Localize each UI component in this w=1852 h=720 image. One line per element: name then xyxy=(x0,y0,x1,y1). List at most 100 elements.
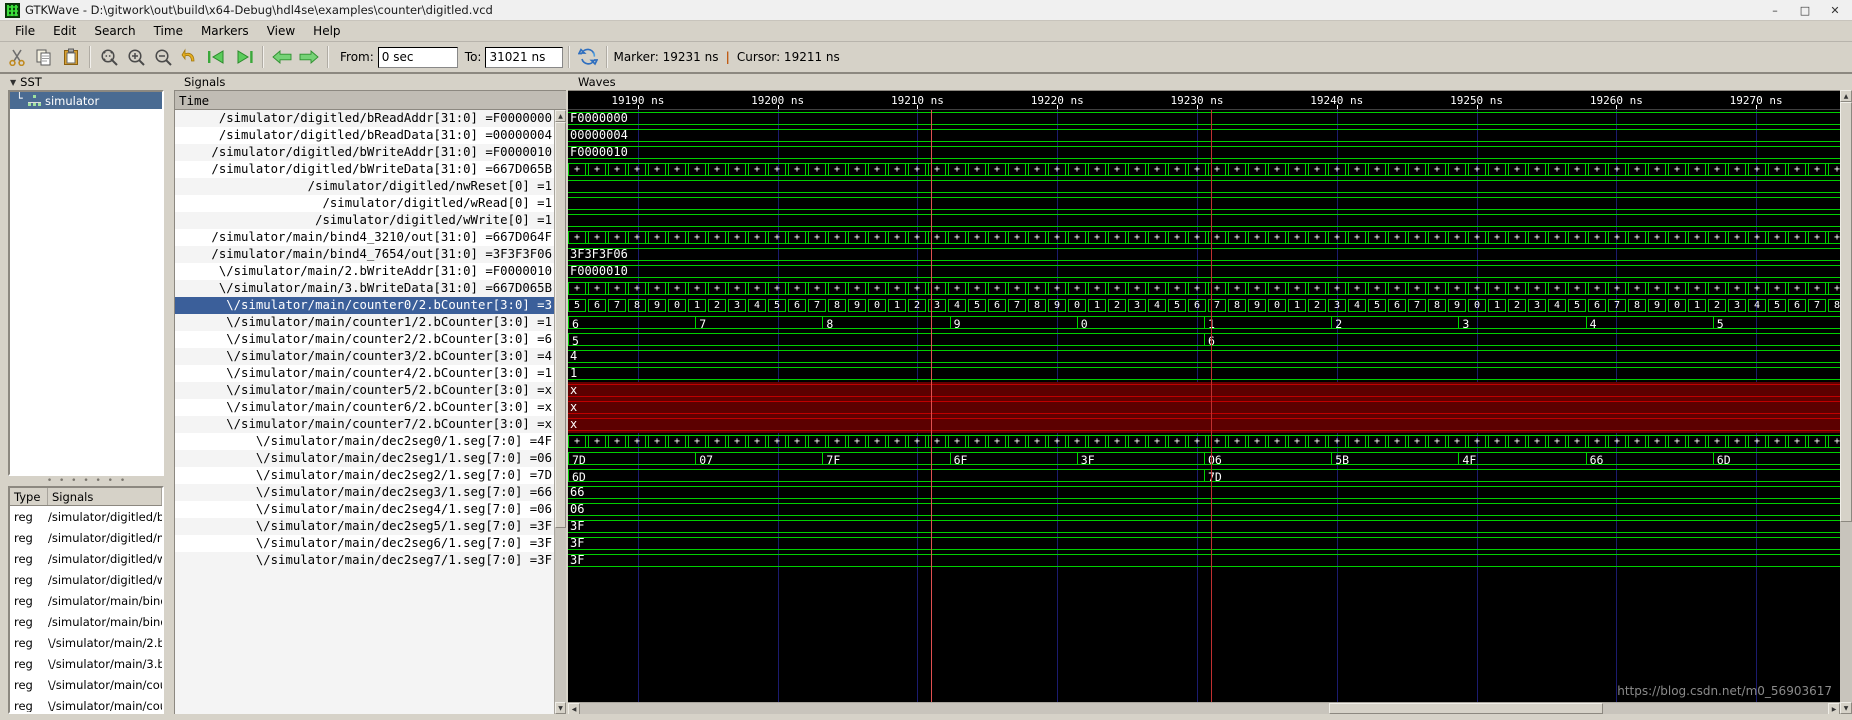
signal-row[interactable]: /simulator/main/bind4_3210/out[31:0] =66… xyxy=(175,229,554,246)
time-ruler[interactable]: 19190 ns 19200 ns 19210 ns 19220 ns 19230 ns… xyxy=(568,91,1840,110)
close-button[interactable]: ✕ xyxy=(1820,0,1850,20)
menu-edit[interactable]: Edit xyxy=(44,22,85,40)
wave-row[interactable]: F0000000 xyxy=(568,110,1840,127)
signal-row[interactable]: \/simulator/main/counter3/2.bCounter[3:0… xyxy=(175,348,554,365)
signal-row[interactable]: \/simulator/main/dec2seg5/1.seg[7:0] =3F xyxy=(175,518,554,535)
next-edge-button[interactable] xyxy=(296,44,322,70)
table-row[interactable]: reg/simulator/digitled/wV xyxy=(10,569,162,590)
prev-edge-button[interactable] xyxy=(269,44,295,70)
wave-row[interactable] xyxy=(568,195,1840,212)
wave-row[interactable]: 00000004 xyxy=(568,127,1840,144)
from-input[interactable] xyxy=(377,46,458,68)
wave-row[interactable] xyxy=(568,178,1840,195)
column-header-signals[interactable]: Signals xyxy=(48,488,162,505)
waves-scroll-up-button[interactable]: ▲ xyxy=(1840,90,1852,102)
signal-row[interactable]: \/simulator/main/3.bWriteData[31:0] =667… xyxy=(175,280,554,297)
wave-row[interactable]: F0000010 xyxy=(568,144,1840,161)
signal-row[interactable]: \/simulator/main/counter4/2.bCounter[3:0… xyxy=(175,365,554,382)
signal-row[interactable]: \/simulator/main/counter2/2.bCounter[3:0… xyxy=(175,331,554,348)
signal-row[interactable]: \/simulator/main/2.bWriteAddr[31:0] =F00… xyxy=(175,263,554,280)
signal-row[interactable]: /simulator/digitled/wWrite[0] =1 xyxy=(175,212,554,229)
signal-row[interactable]: /simulator/digitled/wRead[0] =1 xyxy=(175,195,554,212)
wave-row[interactable]: + + + + + + + + + + + + + + + + + + + + + + + + + + + + + + + + + + + + + + + +… xyxy=(568,161,1840,178)
wave-row[interactable]: 3F xyxy=(568,535,1840,552)
sst-tree[interactable]: simulator xyxy=(8,90,164,476)
table-row[interactable]: reg \/simulator/main/3.bV xyxy=(10,653,162,674)
signal-row[interactable]: \/simulator/main/counter6/2.bCounter[3:0… xyxy=(175,399,554,416)
zoom-out-button[interactable] xyxy=(150,44,176,70)
signals-vscrollbar[interactable]: ▲ ▼ xyxy=(554,110,566,714)
chevron-down-icon[interactable]: ▼ xyxy=(10,78,16,87)
wave-row[interactable]: 06 xyxy=(568,501,1840,518)
hscroll-thumb[interactable] xyxy=(1328,703,1604,714)
signal-row[interactable]: \/simulator/main/counter5/2.bCounter[3:0… xyxy=(175,382,554,399)
wave-row[interactable]: 3F xyxy=(568,552,1840,569)
jump-start-button[interactable] xyxy=(204,44,230,70)
menu-help[interactable]: Help xyxy=(304,22,349,40)
wave-row[interactable]: 7D 07 7F 6F 3F 06 5B 4F 66 6D xyxy=(568,450,1840,467)
wave-row[interactable]: 66 xyxy=(568,484,1840,501)
zoom-in-button[interactable] xyxy=(123,44,149,70)
table-row[interactable]: reg \/simulator/main/cour xyxy=(10,695,162,713)
wave-row[interactable]: 3F xyxy=(568,518,1840,535)
table-row[interactable]: reg/simulator/digitled/nw xyxy=(10,527,162,548)
signal-row[interactable]: /simulator/digitled/nwReset[0] =1 xyxy=(175,178,554,195)
table-row[interactable]: reg \/simulator/main/2.bV xyxy=(10,632,162,653)
signal-row[interactable]: /simulator/digitled/bWriteAddr[31:0] =F0… xyxy=(175,144,554,161)
jump-end-button[interactable] xyxy=(231,44,257,70)
table-row[interactable]: reg/simulator/main/bind4 xyxy=(10,611,162,632)
zoom-fit-button[interactable] xyxy=(96,44,122,70)
signal-type-table[interactable]: Type Signals reg/simulator/digitled/bWre… xyxy=(8,486,164,714)
waves-hscrollbar[interactable]: ◀ ▶ xyxy=(568,702,1840,714)
primary-marker[interactable] xyxy=(1210,110,1212,702)
signal-row[interactable]: \/simulator/main/counter1/2.bCounter[3:0… xyxy=(175,314,554,331)
sst-item-simulator[interactable]: simulator xyxy=(10,92,162,109)
wave-row[interactable]: + + + + + + + + + + + + + + + + + + + + + + + + + + + + + + + + + + + + + + + +… xyxy=(568,229,1840,246)
scroll-down-button[interactable]: ▼ xyxy=(555,702,566,714)
table-row[interactable]: reg \/simulator/main/cour xyxy=(10,674,162,695)
table-row[interactable]: reg/simulator/digitled/wR xyxy=(10,548,162,569)
signal-row[interactable]: \/simulator/main/dec2seg3/1.seg[7:0] =66 xyxy=(175,484,554,501)
signal-row[interactable]: /simulator/digitled/bReadData[31:0] =000… xyxy=(175,127,554,144)
scroll-thumb[interactable] xyxy=(555,122,566,528)
wave-row[interactable]: 4 xyxy=(568,348,1840,365)
column-header-type[interactable]: Type xyxy=(10,488,48,505)
to-input[interactable] xyxy=(485,46,564,68)
table-row[interactable]: reg/simulator/main/bind4 xyxy=(10,590,162,611)
scroll-track[interactable] xyxy=(555,122,566,702)
menu-view[interactable]: View xyxy=(258,22,304,40)
wave-row[interactable]: 56 xyxy=(568,331,1840,348)
table-row[interactable]: reg/simulator/digitled/bW xyxy=(10,506,162,527)
signal-row[interactable]: \/simulator/main/dec2seg2/1.seg[7:0] =7D xyxy=(175,467,554,484)
wave-row[interactable]: x xyxy=(568,416,1840,433)
menu-file[interactable]: File xyxy=(6,22,44,40)
signal-row[interactable]: /simulator/main/bind4_7654/out[31:0] =3F… xyxy=(175,246,554,263)
wave-row[interactable]: 1 xyxy=(568,365,1840,382)
wave-row[interactable]: 5678901234567890123456789012345678901234… xyxy=(568,297,1840,314)
copy-button[interactable] xyxy=(31,44,57,70)
wave-row[interactable]: x xyxy=(568,382,1840,399)
wave-row[interactable]: 6D 7D xyxy=(568,467,1840,484)
signal-row[interactable]: /simulator/digitled/bWriteData[31:0] =66… xyxy=(175,161,554,178)
wave-canvas[interactable]: https://blog.csdn.net/m0_56903617 F00000… xyxy=(568,110,1840,702)
maximize-button[interactable]: □ xyxy=(1790,0,1820,20)
wave-row[interactable]: 3F3F3F06 xyxy=(568,246,1840,263)
menu-time[interactable]: Time xyxy=(145,22,192,40)
minimize-button[interactable]: – xyxy=(1760,0,1790,20)
waves-scroll-down-button[interactable]: ▼ xyxy=(1840,702,1852,714)
cut-button[interactable] xyxy=(4,44,30,70)
signal-row[interactable]: \/simulator/main/dec2seg0/1.seg[7:0] =4F xyxy=(175,433,554,450)
signal-row[interactable]: \/simulator/main/counter7/2.bCounter[3:0… xyxy=(175,416,554,433)
reload-button[interactable] xyxy=(575,44,601,70)
signal-row[interactable]: /simulator/digitled/bReadAddr[31:0] =F00… xyxy=(175,110,554,127)
signal-row[interactable]: \/simulator/main/dec2seg4/1.seg[7:0] =06 xyxy=(175,501,554,518)
wave-row[interactable]: F0000010 xyxy=(568,263,1840,280)
wave-row[interactable]: + + + + + + + + + + + + + + + + + + + + + + + + + + + + + + + + + + + + + + + +… xyxy=(568,280,1840,297)
wave-row[interactable]: x xyxy=(568,399,1840,416)
wave-row[interactable]: 6 7 8 9 0 12 3 4 5 xyxy=(568,314,1840,331)
signal-row[interactable]: \/simulator/main/dec2seg7/1.seg[7:0] =3F xyxy=(175,552,554,569)
signal-name-list[interactable]: /simulator/digitled/bReadAddr[31:0] =F00… xyxy=(175,110,554,714)
menu-markers[interactable]: Markers xyxy=(192,22,258,40)
cursor-marker[interactable] xyxy=(931,110,933,702)
hscroll-track[interactable] xyxy=(580,703,1828,714)
